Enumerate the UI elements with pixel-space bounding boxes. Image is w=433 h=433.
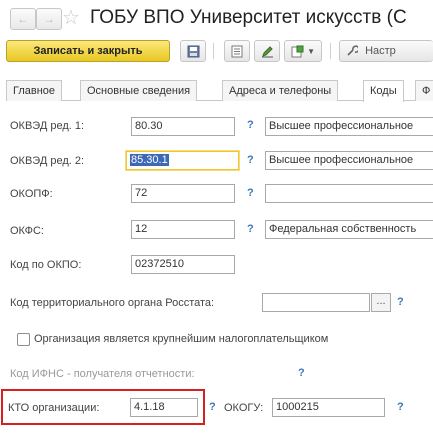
okpo-label: Код по ОКПО: (10, 259, 82, 271)
tab-basic-info[interactable]: Основные сведения (80, 80, 198, 101)
okved1-label: ОКВЭД ред. 1: (10, 120, 85, 132)
okved2-selected-value: 85.30.1 (130, 154, 169, 166)
toolbar-divider (330, 43, 331, 59)
document-button[interactable] (224, 40, 250, 62)
tab-addresses-phones[interactable]: Адреса и телефоны (222, 80, 339, 101)
tab-more[interactable]: Ф (415, 80, 433, 101)
rosstat-label: Код территориального органа Росстата: (10, 297, 215, 309)
window-title: ГОБУ ВПО Университет искусств (С (90, 7, 407, 28)
rosstat-select-button[interactable]: ... (371, 293, 391, 312)
tab-main[interactable]: Главное (6, 80, 63, 101)
forward-button[interactable]: → (36, 8, 62, 30)
okfs-help-icon[interactable]: ? (247, 223, 254, 235)
okopf-input[interactable]: 72 (131, 184, 235, 203)
toolbar-divider (213, 43, 214, 59)
okved2-help-icon[interactable]: ? (247, 154, 254, 166)
chevron-down-icon: ▼ (307, 47, 315, 56)
settings-label: Настр (365, 45, 396, 57)
okved1-input[interactable]: 80.30 (131, 117, 235, 136)
largest-taxpayer-label: Организация является крупнейшим налогопл… (34, 333, 329, 345)
arrow-left-icon: ← (17, 12, 29, 26)
ifns-label: Код ИФНС - получателя отчетности: (10, 368, 195, 380)
settings-button[interactable]: Настр (339, 40, 433, 62)
save-and-close-button[interactable]: Записать и закрыть (6, 40, 170, 62)
okfs-input[interactable]: 12 (131, 220, 235, 239)
okpo-input[interactable]: 02372510 (131, 255, 235, 274)
back-button[interactable]: ← (10, 8, 36, 30)
okved1-description[interactable]: Высшее профессиональное (265, 117, 433, 136)
kto-help-icon[interactable]: ? (209, 401, 216, 413)
okved1-help-icon[interactable]: ? (247, 119, 254, 131)
save-button[interactable] (180, 40, 206, 62)
okogu-label: ОКОГУ: (224, 402, 264, 414)
edit-button[interactable] (254, 40, 280, 62)
okfs-label: ОКФС: (10, 225, 44, 237)
document-list-icon (231, 45, 243, 58)
okved2-label: ОКВЭД ред. 2: (10, 155, 85, 167)
ifns-help-icon[interactable]: ? (298, 367, 305, 379)
favorite-star-icon[interactable]: ☆ (62, 6, 80, 30)
tab-codes[interactable]: Коды (363, 80, 404, 102)
okfs-description[interactable]: Федеральная собственность (265, 220, 433, 239)
okogu-help-icon[interactable]: ? (397, 401, 404, 413)
wrench-icon (347, 45, 358, 56)
largest-taxpayer-checkbox[interactable] (17, 333, 30, 346)
rosstat-help-icon[interactable]: ? (397, 296, 404, 308)
create-document-icon (291, 45, 304, 58)
rosstat-input[interactable] (262, 293, 370, 312)
kto-label: КТО организации: (8, 402, 100, 414)
okved2-input[interactable]: 85.30.1 (126, 151, 239, 170)
okogu-input[interactable]: 1000215 (272, 398, 385, 417)
okopf-label: ОКОПФ: (10, 188, 53, 200)
okopf-help-icon[interactable]: ? (247, 187, 254, 199)
okved2-description[interactable]: Высшее профессиональное (265, 151, 433, 170)
disk-icon (187, 45, 199, 58)
create-based-on-button[interactable]: ▼ (284, 40, 322, 62)
kto-input[interactable]: 4.1.18 (130, 398, 198, 417)
okopf-description[interactable] (265, 184, 433, 203)
arrow-right-icon: → (43, 12, 55, 26)
pencil-icon (261, 45, 273, 58)
